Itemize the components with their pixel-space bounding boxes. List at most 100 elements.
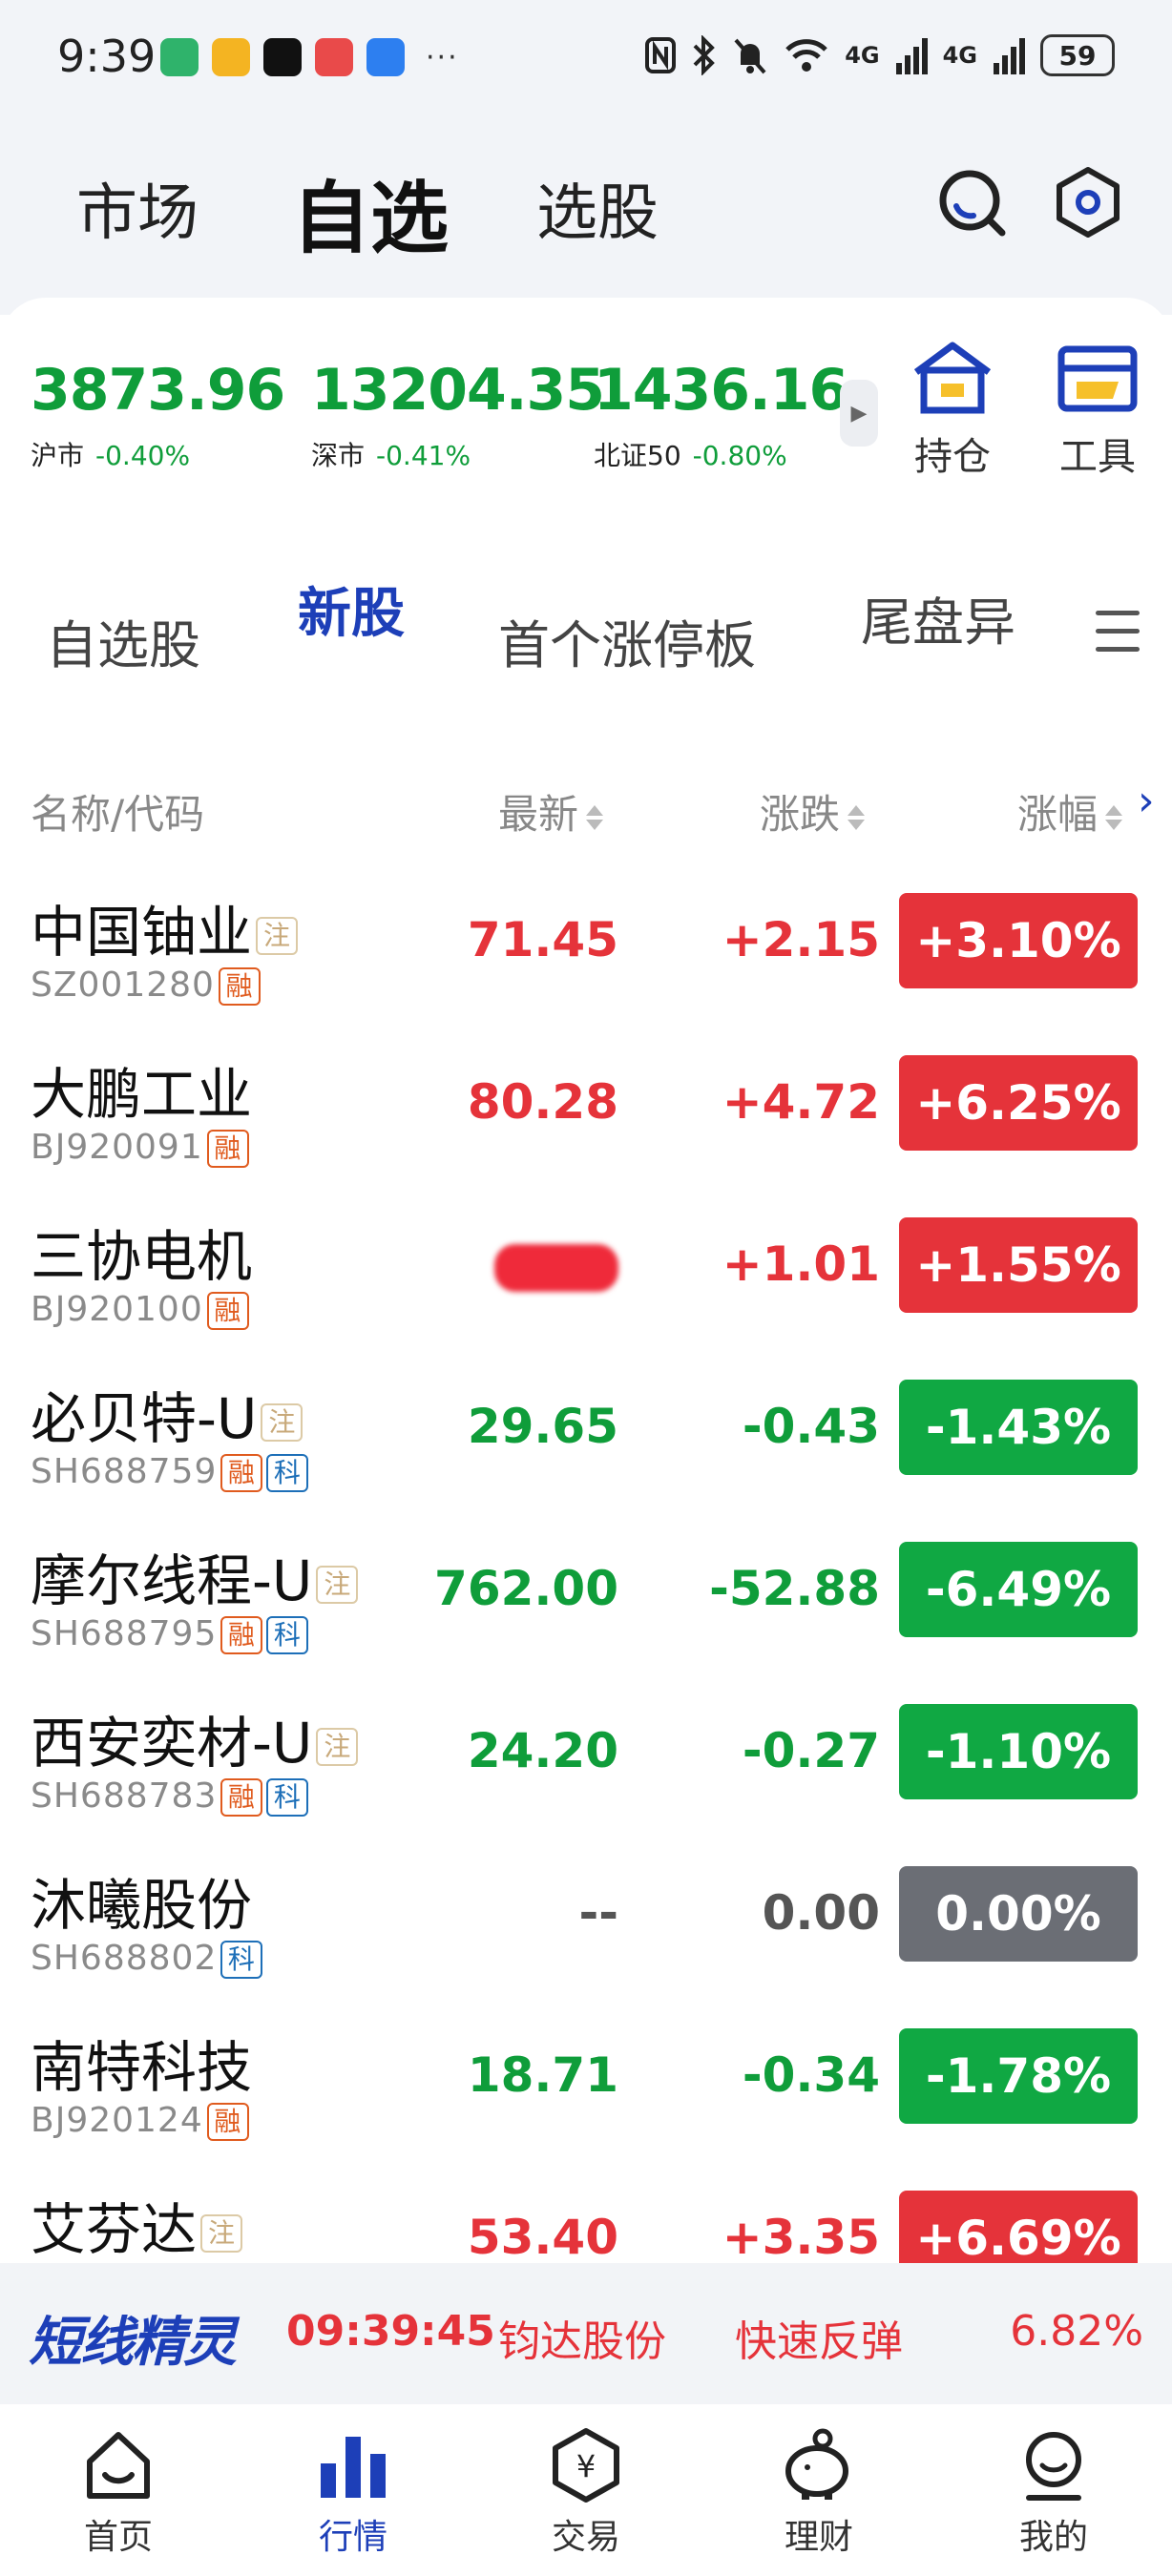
- stock-name-line: 三协电机: [31, 1212, 252, 1292]
- column-header-pct[interactable]: 涨幅: [1017, 782, 1123, 841]
- stock-row[interactable]: 南特科技 BJ920124 融 18.71 -0.34 -1.78%: [0, 2013, 1172, 2175]
- stock-pct-badge: +6.25%: [899, 1055, 1138, 1151]
- alert-time: 09:39:45: [286, 2307, 495, 2356]
- column-header-price[interactable]: 最新: [498, 782, 604, 841]
- stock-code-line: SH688783 融科: [31, 1776, 309, 1817]
- tab-market[interactable]: 市场: [76, 164, 199, 252]
- margin-tag: 融: [218, 967, 261, 1006]
- stock-price: 53.40: [467, 2210, 618, 2263]
- stock-name-line: 沐曦股份: [31, 1860, 252, 1941]
- app-notification-icon: [160, 38, 199, 76]
- margin-tag: 融: [206, 2103, 249, 2141]
- stock-row[interactable]: 西安奕材-U 注 SH688783 融科 24.20 -0.27 -1.10%: [0, 1689, 1172, 1851]
- stock-row[interactable]: 大鹏工业 BJ920091 融 80.28 +4.72 +6.25%: [0, 1040, 1172, 1202]
- stock-code: SH688759: [31, 1452, 218, 1491]
- cloud-app-icon: [366, 38, 405, 76]
- mute-icon: [734, 38, 766, 74]
- index-scroll-arrow-icon[interactable]: ▶: [840, 380, 878, 447]
- status-indicators: 4G 4G 59: [644, 34, 1115, 76]
- stock-row[interactable]: 中国铀业注 SZ001280 融 71.45 +2.15 +3.10%: [0, 878, 1172, 1040]
- stock-pct-badge: +3.10%: [899, 893, 1138, 988]
- stock-name-line: 南特科技: [31, 2023, 252, 2103]
- svg-text:¥: ¥: [576, 2448, 596, 2484]
- tab-watchlist[interactable]: 自选: [292, 155, 449, 268]
- stock-code: SH688783: [31, 1776, 218, 1816]
- stock-row[interactable]: 艾芬达注 53.40 +3.35 +6.69%: [0, 2175, 1172, 2263]
- tools-button[interactable]: 工具: [1040, 340, 1155, 481]
- short-term-alert-bar[interactable]: 短线精灵 09:39:45 钧达股份 快速反弹 6.82%: [0, 2263, 1172, 2404]
- category-tab-first-limit-up[interactable]: 首个涨停板: [498, 603, 756, 678]
- stock-change: +4.72: [722, 1074, 880, 1130]
- margin-tag: 融: [220, 1616, 263, 1654]
- alert-pct: 6.82%: [1010, 2307, 1143, 2356]
- star-market-tag: 科: [220, 1941, 263, 1979]
- index-info: 北证50 -0.80%: [594, 435, 848, 473]
- stock-pct-badge: +1.55%: [899, 1217, 1138, 1313]
- category-tab-watchlist[interactable]: 自选股: [46, 603, 200, 678]
- battery-indicator: 59: [1040, 34, 1115, 76]
- tab-stock-screener[interactable]: 选股: [536, 164, 659, 252]
- note-tag: 注: [316, 1565, 359, 1604]
- margin-tag: 融: [206, 1130, 249, 1168]
- stock-code: SZ001280: [31, 966, 215, 1005]
- index-value: 13204.35: [311, 357, 605, 424]
- nav-finance[interactable]: 理财: [743, 2425, 895, 2559]
- index-value: 3873.96: [31, 357, 285, 424]
- category-tab-late-session[interactable]: 尾盘异: [861, 580, 1036, 655]
- nav-trade[interactable]: ¥ 交易: [510, 2425, 662, 2559]
- stock-code: BJ920091: [31, 1128, 203, 1167]
- chevron-right-icon[interactable]: ›: [1138, 777, 1155, 825]
- stock-price: 80.28: [467, 1074, 618, 1130]
- stock-name-line: 必贝特-U 注: [31, 1374, 303, 1454]
- column-header-name: 名称/代码: [31, 791, 205, 838]
- stock-row[interactable]: 三协电机 BJ920100 融 +1.01 +1.55%: [0, 1202, 1172, 1364]
- stock-pct-badge: -1.78%: [899, 2028, 1138, 2124]
- status-time: 9:39: [57, 31, 157, 82]
- stock-change: +2.15: [722, 912, 880, 967]
- stock-code-line: SH688759 融科: [31, 1452, 309, 1492]
- tools-label: 工具: [1059, 435, 1136, 479]
- nav-profile[interactable]: 我的: [977, 2425, 1130, 2559]
- stock-name: 必贝特-U: [31, 1386, 258, 1451]
- column-header-price-label: 最新: [498, 791, 579, 838]
- trade-icon: ¥: [553, 2428, 619, 2503]
- stock-name-line: 中国铀业注: [31, 887, 299, 967]
- stock-code-line: SZ001280 融: [31, 966, 261, 1006]
- nav-market[interactable]: 行情: [277, 2425, 429, 2559]
- video-app-icon: [263, 38, 302, 76]
- mail-notification-icon: [212, 38, 250, 76]
- stock-row[interactable]: 沐曦股份 SH688802 科 -- 0.00 0.00%: [0, 1851, 1172, 2013]
- stock-change: -52.88: [709, 1561, 880, 1616]
- category-tab-new-stocks[interactable]: 新股: [298, 571, 405, 648]
- index-change: -0.41%: [376, 440, 471, 471]
- nav-home[interactable]: 首页: [42, 2425, 195, 2559]
- menu-icon[interactable]: [1096, 611, 1140, 665]
- column-header-change[interactable]: 涨跌: [760, 782, 866, 841]
- stock-name-line: 摩尔线程-U 注: [31, 1536, 359, 1616]
- star-market-tag: 科: [266, 1454, 309, 1492]
- stock-price: --: [578, 1885, 618, 1941]
- stock-row[interactable]: 必贝特-U 注 SH688759 融科 29.65 -0.43 -1.43%: [0, 1364, 1172, 1527]
- stock-name: 中国铀业: [31, 900, 253, 965]
- stock-name-line: 西安奕材-U 注: [31, 1698, 359, 1778]
- index-shenzhen[interactable]: 13204.35 深市 -0.41%: [311, 357, 605, 473]
- stock-price: 18.71: [467, 2047, 618, 2103]
- stock-change: -0.34: [742, 2047, 880, 2103]
- bottom-nav: 首页 行情 ¥ 交易 理财 我的: [0, 2404, 1172, 2576]
- holdings-icon: [913, 342, 992, 414]
- index-name: 沪市: [31, 440, 85, 471]
- index-shanghai[interactable]: 3873.96 沪市 -0.40%: [31, 357, 285, 473]
- holdings-button[interactable]: 持仓: [895, 340, 1010, 481]
- stock-row[interactable]: 摩尔线程-U 注 SH688795 融科 762.00 -52.88 -6.49%: [0, 1527, 1172, 1689]
- stock-price: 762.00: [434, 1561, 618, 1616]
- index-beijing50[interactable]: 1436.16 北证50 -0.80%: [594, 357, 848, 473]
- note-tag: 注: [256, 916, 299, 955]
- search-icon[interactable]: [935, 164, 1012, 240]
- nav-home-label: 首页: [83, 2518, 153, 2557]
- stock-name: 三协电机: [31, 1224, 253, 1289]
- settings-icon[interactable]: [1050, 164, 1126, 240]
- stock-list: 中国铀业注 SZ001280 融 71.45 +2.15 +3.10% 大鹏工业 BJ9200…: [0, 878, 1172, 2263]
- alert-brand-logo: 短线精灵: [29, 2312, 237, 2374]
- column-header-pct-label: 涨幅: [1017, 791, 1099, 838]
- stock-change: 0.00: [762, 1885, 880, 1941]
